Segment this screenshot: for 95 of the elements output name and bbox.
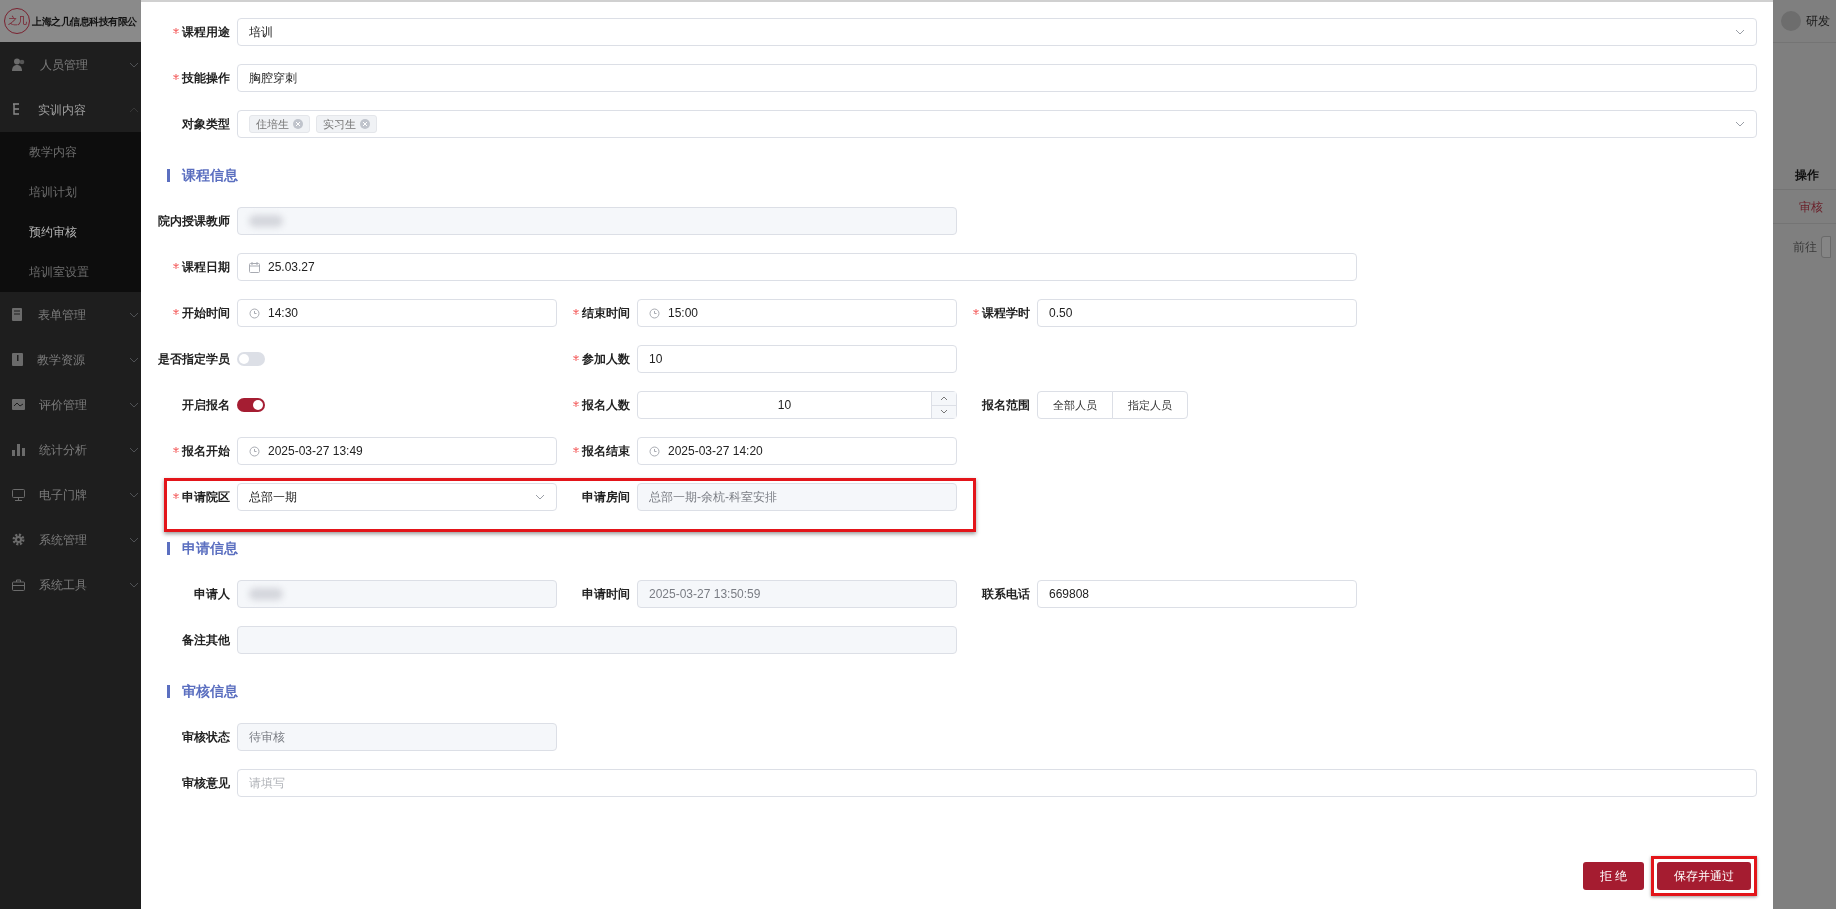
chevron-down-icon <box>129 446 139 453</box>
field-label: 开启报名 <box>182 397 230 414</box>
people-icon <box>12 58 26 71</box>
field-label: 课程用途 <box>182 24 230 41</box>
field-label: 报名结束 <box>582 443 630 460</box>
select-field[interactable]: 总部一期 <box>237 483 557 511</box>
field-label: 课程学时 <box>982 305 1030 322</box>
field-label: 备注其他 <box>182 632 230 649</box>
blurred-text <box>249 215 283 227</box>
segment-button[interactable]: 全部人员 <box>1037 391 1113 419</box>
readonly-field: 总部一期-余杭-科室安排 <box>637 483 957 511</box>
bar-chart-icon <box>12 443 25 456</box>
chevron-up-icon <box>129 106 139 113</box>
field-label: 结束时间 <box>582 305 630 322</box>
section-marker <box>167 684 170 698</box>
close-icon <box>293 119 303 129</box>
chevron-down-icon <box>535 494 545 500</box>
number-field[interactable]: 10 <box>637 391 957 419</box>
chevron-down-icon <box>1735 29 1745 35</box>
field-label: 课程日期 <box>182 259 230 276</box>
chevron-down-icon <box>129 581 139 588</box>
field-label: 参加人数 <box>582 351 630 368</box>
chevron-down-icon <box>129 491 139 498</box>
tag[interactable]: 实习生 <box>316 115 377 133</box>
field-label: 审核状态 <box>182 729 230 746</box>
time-field[interactable]: 15:00 <box>637 299 957 327</box>
input-field[interactable]: 胸腔穿刺 <box>237 64 1757 92</box>
calendar-icon <box>249 261 260 273</box>
document-icon <box>12 308 24 321</box>
field-label: 申请房间 <box>582 489 630 506</box>
multi-select-field[interactable]: 住培生 实习生 <box>237 110 1757 138</box>
section-title: 审核信息 <box>182 681 238 701</box>
settings-icon <box>12 533 25 546</box>
field-label: 报名人数 <box>582 397 630 414</box>
submenu-item[interactable]: 培训计划 <box>0 172 141 212</box>
field-label: 报名开始 <box>182 443 230 460</box>
user-name: 研发 <box>1806 13 1830 30</box>
field-label: 报名范围 <box>982 397 1030 414</box>
input-field[interactable]: 0.50 <box>1037 299 1357 327</box>
field-label: 联系电话 <box>982 586 1030 603</box>
column-header: 操作 <box>1773 160 1836 190</box>
card-icon <box>12 399 25 410</box>
input-field[interactable]: 669808 <box>1037 580 1357 608</box>
field-label: 申请院区 <box>182 489 230 506</box>
company-name: 上海之几信息科技有限公 <box>32 14 137 29</box>
readonly-field: 2025-03-27 13:50:59 <box>637 580 957 608</box>
section-title: 课程信息 <box>182 165 238 185</box>
field-label: 对象类型 <box>182 116 230 133</box>
chevron-down-icon <box>129 61 139 68</box>
chevron-down-icon <box>129 401 139 408</box>
readonly-field: 待审核 <box>237 723 557 751</box>
field-label: 是否指定学员 <box>158 351 230 368</box>
section-marker <box>167 168 170 182</box>
close-icon <box>360 119 370 129</box>
chevron-down-icon <box>129 536 139 543</box>
submenu-item[interactable]: 教学内容 <box>0 132 141 172</box>
chevron-up-icon <box>940 395 948 401</box>
field-label: 技能操作 <box>182 70 230 87</box>
time-field[interactable]: 2025-03-27 14:20 <box>637 437 957 465</box>
field-label: 申请时间 <box>582 586 630 603</box>
field-label: 开始时间 <box>182 305 230 322</box>
chevron-down-icon <box>129 356 139 363</box>
toggle-switch[interactable] <box>237 352 265 366</box>
field-label: 申请人 <box>194 586 230 603</box>
monitor-icon <box>12 488 25 501</box>
clock-icon <box>249 445 260 457</box>
submenu-item[interactable]: 预约审核 <box>0 212 141 252</box>
input-field[interactable]: 请填写 <box>237 769 1757 797</box>
page-input[interactable] <box>1821 236 1831 258</box>
date-field[interactable]: 25.03.27 <box>237 253 1357 281</box>
input-field[interactable]: 10 <box>637 345 957 373</box>
toggle-switch[interactable] <box>237 398 265 412</box>
select-field[interactable]: 培训 <box>237 18 1757 46</box>
pagination-label: 前往 <box>1793 239 1817 256</box>
tag[interactable]: 住培生 <box>249 115 310 133</box>
briefcase-icon <box>12 578 25 591</box>
time-field[interactable]: 2025-03-27 13:49 <box>237 437 557 465</box>
save-approve-button[interactable]: 保存并通过 <box>1657 862 1751 890</box>
chevron-down-icon <box>940 409 948 415</box>
section-title: 申请信息 <box>182 538 238 558</box>
submenu-item[interactable]: 培训室设置 <box>0 252 141 292</box>
reject-button[interactable]: 拒 绝 <box>1582 862 1644 890</box>
book-icon <box>12 353 23 366</box>
chevron-down-icon <box>129 311 139 318</box>
section-marker <box>167 541 170 555</box>
increment-button[interactable] <box>932 392 956 406</box>
time-field[interactable]: 14:30 <box>237 299 557 327</box>
clock-icon <box>249 307 260 319</box>
clock-icon <box>649 445 660 457</box>
field-label: 审核意见 <box>182 775 230 792</box>
blurred-text <box>249 588 283 600</box>
field-label: 院内授课教师 <box>158 213 230 230</box>
clock-icon <box>649 307 660 319</box>
segment-button[interactable]: 指定人员 <box>1112 391 1188 419</box>
chevron-down-icon <box>1735 121 1745 127</box>
